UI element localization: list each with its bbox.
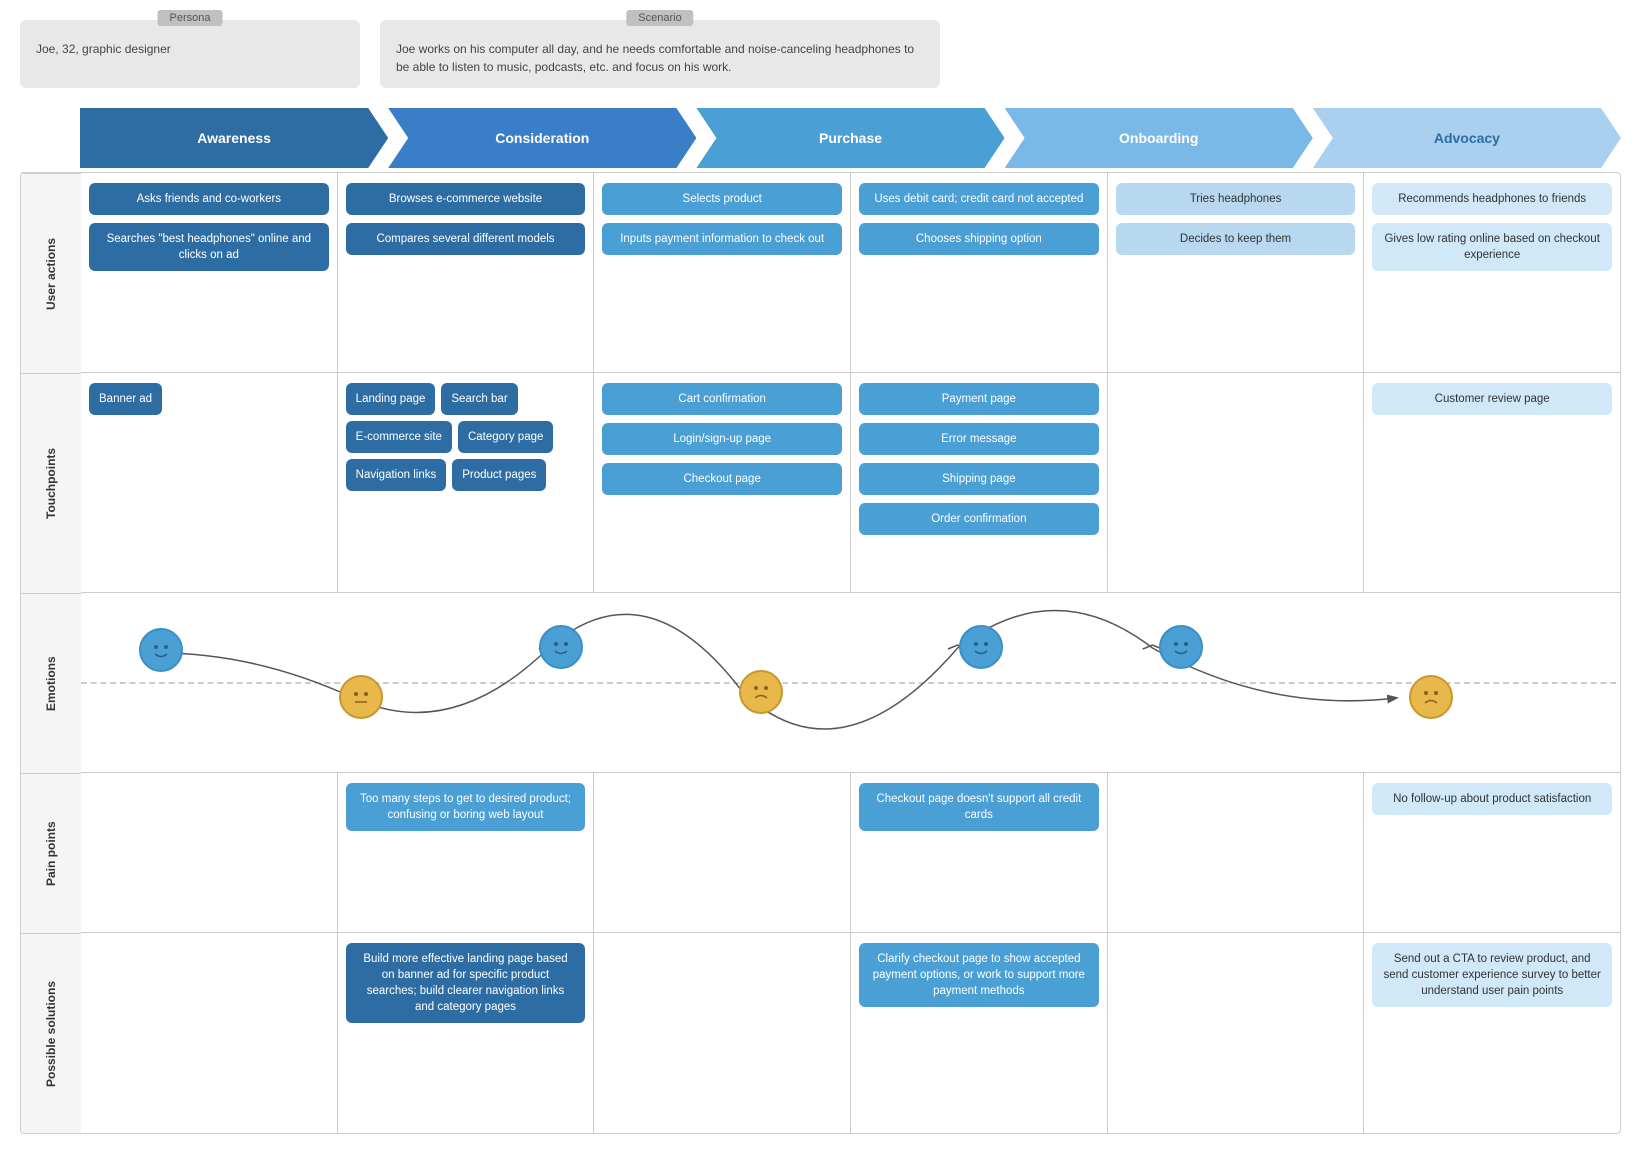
touchpoints-label: Touchpoints [21, 373, 81, 593]
stage-consideration: Consideration [388, 108, 696, 168]
ua-card: Asks friends and co-workers [89, 183, 329, 215]
ua-card: Chooses shipping option [859, 223, 1099, 255]
emotion-face-7 [1409, 675, 1453, 719]
emotion-face-1 [139, 628, 183, 672]
scenario-content: Joe works on his computer all day, and h… [396, 40, 924, 76]
tp-card: Navigation links [346, 459, 447, 491]
tp-card: E-commerce site [346, 421, 452, 453]
sol-purchase-cell [594, 933, 851, 1133]
pp-card: Too many steps to get to desired product… [346, 783, 586, 831]
ua-consideration-cell: Browses e-commerce website Compares seve… [338, 173, 595, 372]
main-grid: User actions Touchpoints Emotions Pain p… [20, 172, 1621, 1134]
ua-card: Inputs payment information to check out [602, 223, 842, 255]
emotion-face-4 [739, 670, 783, 714]
stages-row: Awareness Consideration Purchase Onboard… [20, 108, 1621, 168]
persona-label: Persona [158, 10, 223, 26]
header-section: Persona Joe, 32, graphic designer Scenar… [20, 20, 1621, 88]
emotions-row [81, 593, 1620, 773]
tp-card: Banner ad [89, 383, 162, 415]
tp-onboarding1-cell: Payment page Error message Shipping page… [851, 373, 1108, 592]
sol-advocacy-cell: Send out a CTA to review product, and se… [1364, 933, 1620, 1133]
emotion-face-6 [1159, 625, 1203, 669]
tp-advocacy-cell: Customer review page [1364, 373, 1620, 592]
stage-awareness: Awareness [80, 108, 388, 168]
pp-onboarding1-cell: Checkout page doesn't support all credit… [851, 773, 1108, 932]
ua-purchase-cell: Selects product Inputs payment informati… [594, 173, 851, 372]
emotion-face-3 [539, 625, 583, 669]
pp-purchase-cell [594, 773, 851, 932]
tp-card: Error message [859, 423, 1099, 455]
sol-card: Build more effective landing page based … [346, 943, 586, 1023]
pp-card: No follow-up about product satisfaction [1372, 783, 1612, 815]
scenario-box: Scenario Joe works on his computer all d… [380, 20, 940, 88]
tp-card: Login/sign-up page [602, 423, 842, 455]
tp-onboarding2-cell [1108, 373, 1365, 592]
pp-consideration-cell: Too many steps to get to desired product… [338, 773, 595, 932]
scenario-label: Scenario [626, 10, 693, 26]
tp-card: Cart confirmation [602, 383, 842, 415]
sol-consideration-cell: Build more effective landing page based … [338, 933, 595, 1133]
tp-card: Landing page [346, 383, 436, 415]
ua-advocacy-cell: Recommends headphones to friends Gives l… [1364, 173, 1620, 372]
pain-points-row: Too many steps to get to desired product… [81, 773, 1620, 933]
ua-card: Searches "best headphones" online and cl… [89, 223, 329, 271]
pp-awareness-cell [81, 773, 338, 932]
solutions-row: Build more effective landing page based … [81, 933, 1620, 1133]
ua-onboarding2-cell: Tries headphones Decides to keep them [1108, 173, 1365, 372]
touchpoints-row: Banner ad Landing page Search bar E-comm… [81, 373, 1620, 593]
ua-card: Tries headphones [1116, 183, 1356, 215]
tp-card: Customer review page [1372, 383, 1612, 415]
tp-card: Checkout page [602, 463, 842, 495]
tp-card: Product pages [452, 459, 546, 491]
tp-card: Shipping page [859, 463, 1099, 495]
emotion-face-2 [339, 675, 383, 719]
tp-card: Payment page [859, 383, 1099, 415]
tp-consideration-cell: Landing page Search bar E-commerce site … [338, 373, 595, 592]
solutions-label: Possible solutions [21, 933, 81, 1133]
pp-onboarding2-cell [1108, 773, 1365, 932]
ua-card: Gives low rating online based on checkou… [1372, 223, 1612, 271]
pain-points-label: Pain points [21, 773, 81, 933]
ua-card: Compares several different models [346, 223, 586, 255]
pp-advocacy-cell: No follow-up about product satisfaction [1364, 773, 1620, 932]
tp-card: Search bar [441, 383, 517, 415]
page-container: Persona Joe, 32, graphic designer Scenar… [0, 0, 1641, 1154]
tp-awareness-cell: Banner ad [81, 373, 338, 592]
emotions-content [81, 593, 1620, 773]
ua-card: Recommends headphones to friends [1372, 183, 1612, 215]
content-col: Asks friends and co-workers Searches "be… [81, 173, 1620, 1133]
ua-awareness-cell: Asks friends and co-workers Searches "be… [81, 173, 338, 372]
emotion-face-5 [959, 625, 1003, 669]
row-labels: User actions Touchpoints Emotions Pain p… [21, 173, 81, 1133]
ua-card: Browses e-commerce website [346, 183, 586, 215]
sol-onboarding2-cell [1108, 933, 1365, 1133]
sol-onboarding1-cell: Clarify checkout page to show accepted p… [851, 933, 1108, 1133]
sol-awareness-cell [81, 933, 338, 1133]
tp-purchase-cell: Cart confirmation Login/sign-up page Che… [594, 373, 851, 592]
ua-card: Decides to keep them [1116, 223, 1356, 255]
stage-purchase: Purchase [696, 108, 1004, 168]
sol-card: Send out a CTA to review product, and se… [1372, 943, 1612, 1007]
tp-card: Order confirmation [859, 503, 1099, 535]
user-actions-label: User actions [21, 173, 81, 373]
emotions-svg [81, 593, 1620, 773]
ua-card: Selects product [602, 183, 842, 215]
ua-card: Uses debit card; credit card not accepte… [859, 183, 1099, 215]
tp-card: Category page [458, 421, 553, 453]
persona-content: Joe, 32, graphic designer [36, 40, 344, 58]
stage-advocacy: Advocacy [1313, 108, 1621, 168]
user-actions-row: Asks friends and co-workers Searches "be… [81, 173, 1620, 373]
stage-onboarding: Onboarding [1005, 108, 1313, 168]
persona-box: Persona Joe, 32, graphic designer [20, 20, 360, 88]
tp-cards-wrap: Landing page Search bar E-commerce site … [346, 383, 586, 491]
emotions-label: Emotions [21, 593, 81, 773]
ua-onboarding1-cell: Uses debit card; credit card not accepte… [851, 173, 1108, 372]
sol-card: Clarify checkout page to show accepted p… [859, 943, 1099, 1007]
pp-card: Checkout page doesn't support all credit… [859, 783, 1099, 831]
